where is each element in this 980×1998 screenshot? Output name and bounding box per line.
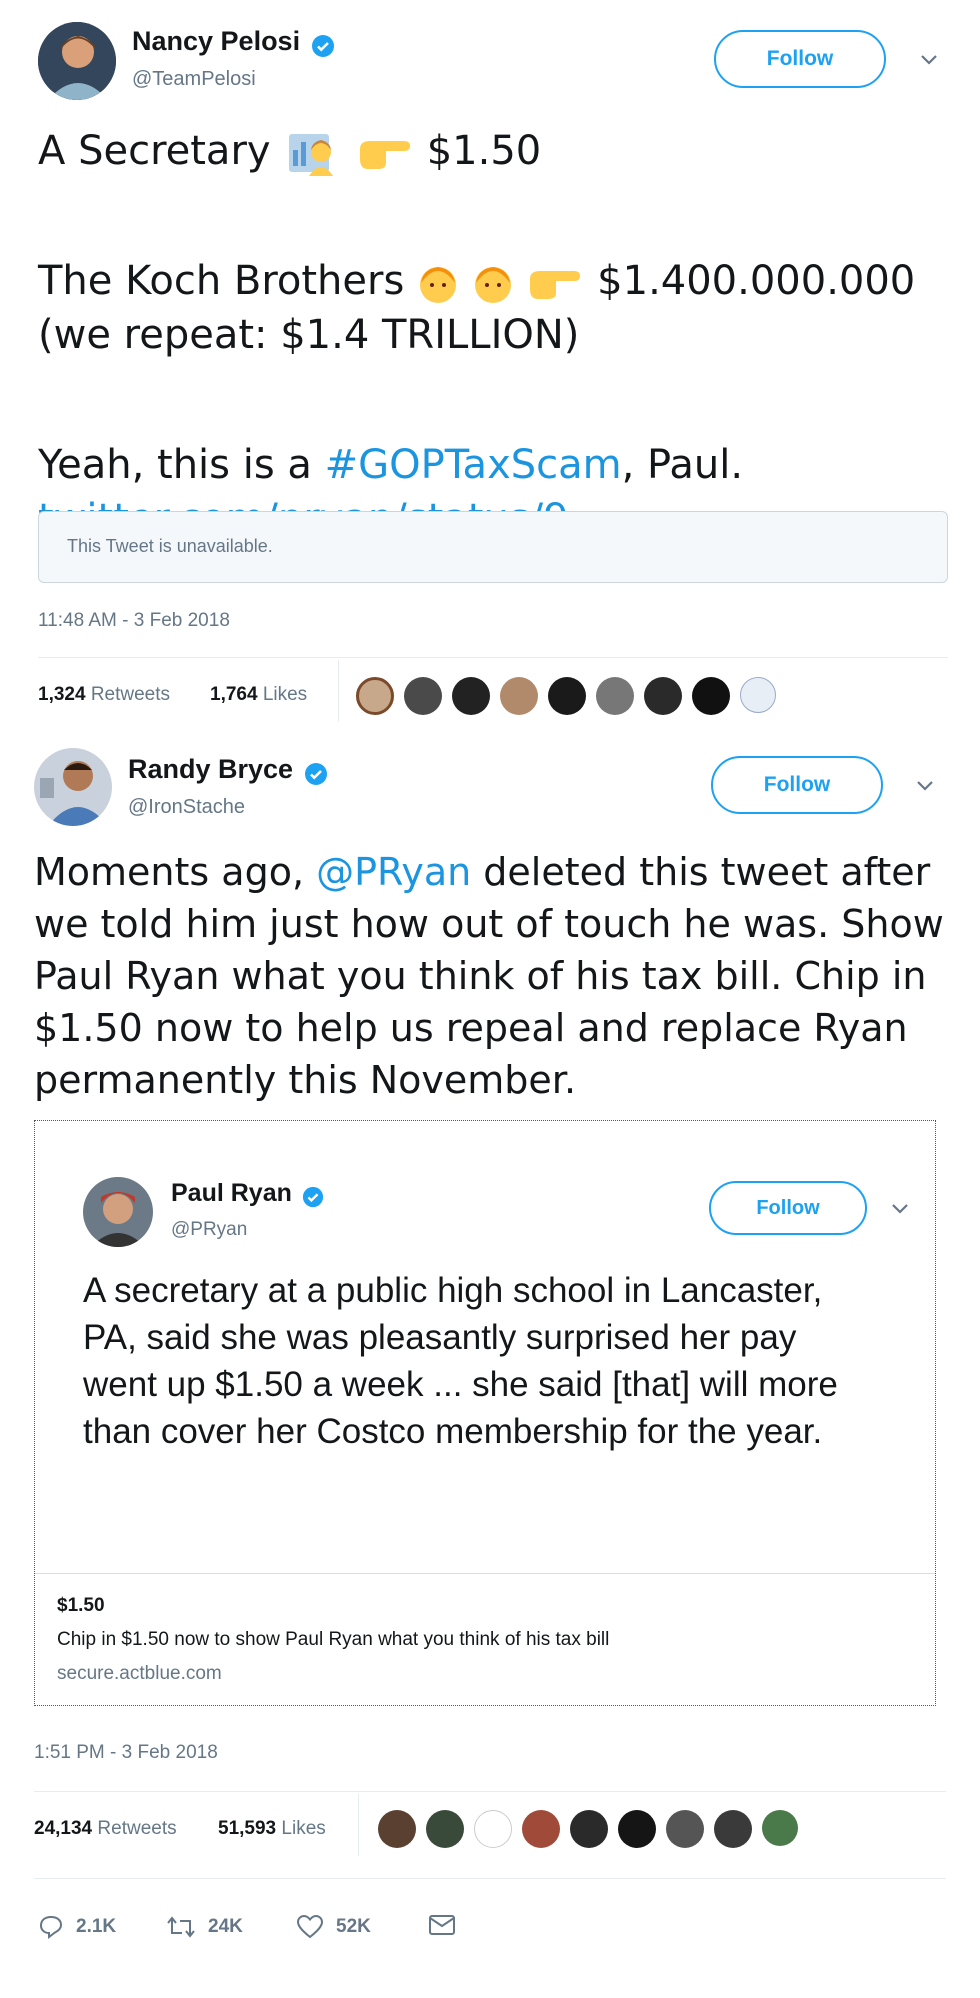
- author-name[interactable]: Randy Bryce: [128, 754, 293, 784]
- likes-stat[interactable]: 51,593 Likes: [218, 1818, 326, 1840]
- avatar[interactable]: [34, 748, 112, 826]
- reply-icon: [39, 1915, 63, 1939]
- likes-stat[interactable]: 1,764 Likes: [210, 684, 307, 706]
- link-card[interactable]: Paul Ryan @PRyan Follow A secretary at a…: [34, 1120, 936, 1706]
- tweet-line: (we repeat: $1.4 TRILLION): [38, 312, 580, 358]
- avatar[interactable]: [404, 677, 442, 715]
- author-handle[interactable]: @IronStache: [128, 796, 245, 819]
- retweets-label: Retweets: [97, 1818, 177, 1839]
- retweet-icon: [167, 1916, 195, 1938]
- divider: [38, 657, 948, 658]
- pointing-right-emoji-icon: [356, 133, 414, 173]
- avatar[interactable]: [570, 1810, 608, 1848]
- avatar[interactable]: [38, 22, 116, 100]
- author-handle[interactable]: @TeamPelosi: [132, 68, 256, 91]
- chevron-down-icon[interactable]: [891, 1203, 909, 1215]
- avatar[interactable]: [356, 677, 394, 715]
- man-emoji-icon: [417, 261, 459, 305]
- tweet-text: Moments ago, @PRyan deleted this tweet a…: [34, 846, 946, 1106]
- reply-count: 2.1K: [76, 1916, 117, 1937]
- avatar[interactable]: [644, 677, 682, 715]
- avatar[interactable]: [714, 1810, 752, 1848]
- avatar[interactable]: [500, 677, 538, 715]
- avatar[interactable]: [522, 1810, 560, 1848]
- office-worker-emoji-icon: [283, 130, 343, 176]
- divider: [34, 1878, 946, 1879]
- avatar[interactable]: [426, 1810, 464, 1848]
- mention-link[interactable]: @PRyan: [316, 850, 471, 894]
- tweet-line: The Koch Brothers: [38, 258, 405, 304]
- tweet-line: $1.400.000.000: [597, 258, 916, 304]
- liker-avatars[interactable]: [378, 1810, 798, 1850]
- card-domain[interactable]: secure.actblue.com: [57, 1663, 222, 1685]
- tweet-line: A Secretary: [38, 128, 271, 174]
- likes-count: 1,764: [210, 684, 258, 705]
- avatar[interactable]: [740, 677, 776, 713]
- divider: [338, 660, 339, 722]
- avatar[interactable]: [452, 677, 490, 715]
- follow-button[interactable]: Follow: [714, 30, 886, 88]
- avatar[interactable]: [378, 1810, 416, 1848]
- mail-icon: [429, 1915, 455, 1935]
- embedded-tweet-text: A secretary at a public high school in L…: [83, 1271, 838, 1451]
- divider: [358, 1794, 359, 1856]
- chevron-down-icon[interactable]: [920, 54, 938, 66]
- chevron-down-icon[interactable]: [916, 780, 934, 792]
- avatar[interactable]: [474, 1810, 512, 1848]
- like-count: 52K: [336, 1916, 371, 1937]
- avatar[interactable]: [692, 677, 730, 715]
- like-action[interactable]: 52K: [296, 1912, 371, 1942]
- retweet-count: 24K: [208, 1916, 243, 1937]
- avatar[interactable]: [83, 1177, 153, 1247]
- verified-icon: [311, 34, 334, 57]
- likes-count: 51,593: [218, 1818, 277, 1839]
- timestamp[interactable]: 1:51 PM - 3 Feb 2018: [34, 1742, 218, 1764]
- verified-icon: [304, 762, 327, 785]
- verified-icon: [303, 1186, 324, 1207]
- unavailable-text: This Tweet is unavailable.: [67, 536, 273, 556]
- author-name[interactable]: Nancy Pelosi: [132, 26, 300, 56]
- divider: [35, 1573, 935, 1574]
- retweet-action[interactable]: 24K: [166, 1912, 243, 1942]
- tweet-line: Yeah, this is a: [38, 442, 325, 488]
- tweet-text: A Secretary $1.50 The Koch Brothers $1.4…: [38, 124, 948, 546]
- follow-button[interactable]: Follow: [711, 756, 883, 814]
- heart-icon: [296, 1914, 324, 1939]
- message-action[interactable]: [428, 1914, 456, 1941]
- divider: [34, 1791, 946, 1792]
- likes-label: Likes: [262, 684, 308, 705]
- tweet-line: , Paul.: [621, 442, 744, 488]
- retweets-stat[interactable]: 24,134 Retweets: [34, 1818, 177, 1840]
- man-emoji-icon: [472, 261, 514, 305]
- timestamp[interactable]: 11:48 AM - 3 Feb 2018: [38, 610, 230, 632]
- avatar[interactable]: [618, 1810, 656, 1848]
- tweet-text-part: Moments ago,: [34, 850, 317, 894]
- likes-label: Likes: [281, 1818, 326, 1839]
- embedded-author-handle[interactable]: @PRyan: [171, 1219, 247, 1241]
- card-title[interactable]: $1.50: [57, 1595, 105, 1617]
- tweet-line: $1.50: [426, 128, 542, 174]
- pointing-right-emoji-icon: [526, 263, 584, 303]
- unavailable-tweet-box: This Tweet is unavailable.: [38, 511, 948, 583]
- follow-button[interactable]: Follow: [709, 1181, 867, 1235]
- retweets-label: Retweets: [90, 684, 171, 705]
- liker-avatars[interactable]: [356, 677, 776, 717]
- avatar[interactable]: [762, 1810, 798, 1846]
- retweets-count: 24,134: [34, 1818, 93, 1839]
- reply-action[interactable]: 2.1K: [38, 1912, 116, 1942]
- avatar[interactable]: [666, 1810, 704, 1848]
- hashtag-link[interactable]: #GOPTaxScam: [325, 442, 622, 488]
- retweets-count: 1,324: [38, 684, 86, 705]
- embedded-author-name[interactable]: Paul Ryan: [171, 1179, 292, 1207]
- retweets-stat[interactable]: 1,324 Retweets: [38, 684, 170, 706]
- avatar[interactable]: [548, 677, 586, 715]
- card-description: Chip in $1.50 now to show Paul Ryan what…: [57, 1629, 610, 1650]
- avatar[interactable]: [596, 677, 634, 715]
